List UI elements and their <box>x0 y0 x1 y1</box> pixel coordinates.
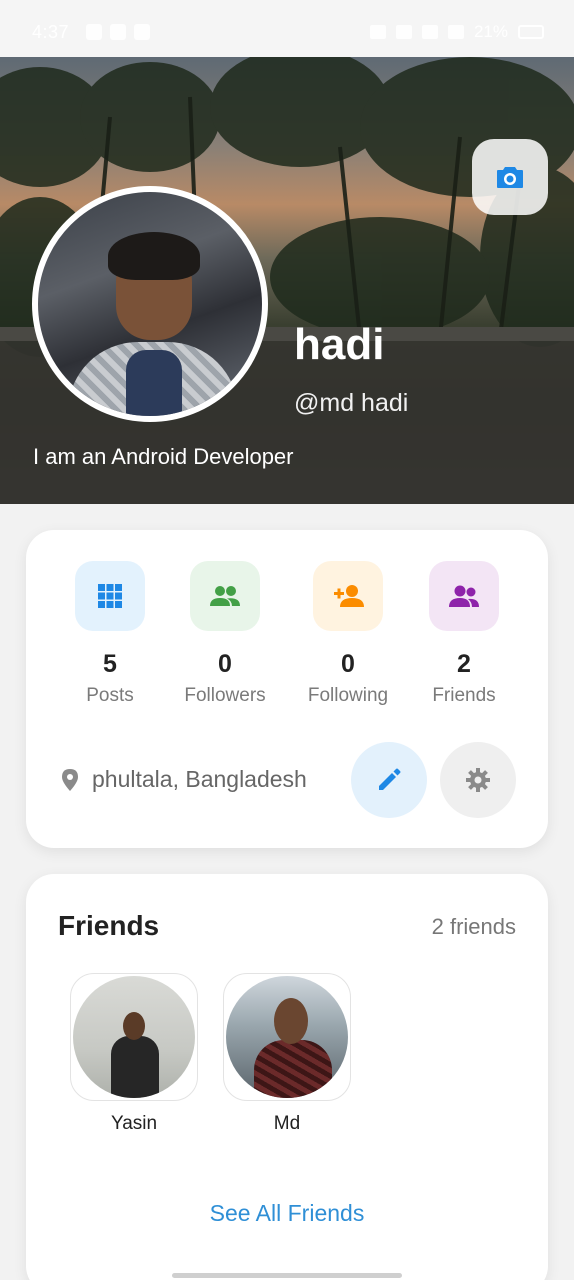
friends-title: Friends <box>58 910 160 941</box>
camera-icon <box>497 167 523 188</box>
stat-label: Friends <box>432 685 496 706</box>
signal-icon-2 <box>421 25 438 39</box>
friend-avatar <box>73 976 195 1098</box>
people-icon <box>190 561 260 631</box>
friends-count: 2 friends <box>431 914 516 939</box>
stat-following[interactable]: 0 Following <box>288 561 408 707</box>
location-pin-icon <box>62 768 78 791</box>
stat-posts[interactable]: 5 Posts <box>50 561 170 707</box>
signal-icon <box>395 25 412 39</box>
settings-button[interactable] <box>440 742 516 818</box>
edit-profile-button[interactable] <box>351 742 427 818</box>
profile-stats-card: 5 Posts 0 Followers 0 Following 2 Friend… <box>26 530 548 848</box>
location-row: phultala, Bangladesh <box>62 766 307 793</box>
status-time: 4:37 <box>32 22 70 42</box>
friend-item-yasin[interactable]: Yasin <box>70 973 198 1135</box>
profile-name: hadi <box>294 320 385 369</box>
stat-label: Following <box>307 685 389 706</box>
pencil-icon <box>379 768 401 790</box>
status-bar: 4:37 21% <box>0 0 574 57</box>
profile-bio: I am an Android Developer <box>33 444 294 469</box>
stat-value: 0 <box>218 650 232 678</box>
wifi-icon <box>447 25 464 39</box>
friend-name: Md <box>273 1113 301 1134</box>
stat-value: 5 <box>103 650 117 678</box>
stat-followers[interactable]: 0 Followers <box>165 561 285 707</box>
location-text: phultala, Bangladesh <box>92 766 307 792</box>
person-add-icon <box>313 561 383 631</box>
stat-label: Followers <box>184 685 266 706</box>
profile-avatar[interactable] <box>32 186 268 422</box>
facebook-icon <box>134 24 150 40</box>
profile-handle: @md hadi <box>294 389 409 417</box>
whatsapp-icon <box>86 24 102 40</box>
notification-icons <box>86 24 150 40</box>
battery-percent: 21% <box>473 22 508 41</box>
friend-avatar <box>226 976 348 1098</box>
stat-friends[interactable]: 2 Friends <box>404 561 524 707</box>
grid-icon <box>75 561 145 631</box>
stat-value: 2 <box>457 650 471 678</box>
vibrate-icon <box>369 25 386 39</box>
home-indicator[interactable] <box>172 1273 402 1278</box>
see-all-friends-link[interactable]: See All Friends <box>26 1200 548 1227</box>
battery-icon <box>518 25 544 39</box>
system-icons: 21% <box>369 22 544 42</box>
app-notification-icon <box>110 24 126 40</box>
change-cover-button[interactable] <box>472 139 548 215</box>
friend-item-md[interactable]: Md <box>223 973 351 1135</box>
group-icon <box>429 561 499 631</box>
stat-value: 0 <box>341 650 355 678</box>
gear-icon <box>466 768 490 792</box>
friends-card: Friends 2 friends Yasin Md See All Frien… <box>26 874 548 1280</box>
stat-label: Posts <box>86 685 134 706</box>
friend-name: Yasin <box>110 1113 158 1134</box>
